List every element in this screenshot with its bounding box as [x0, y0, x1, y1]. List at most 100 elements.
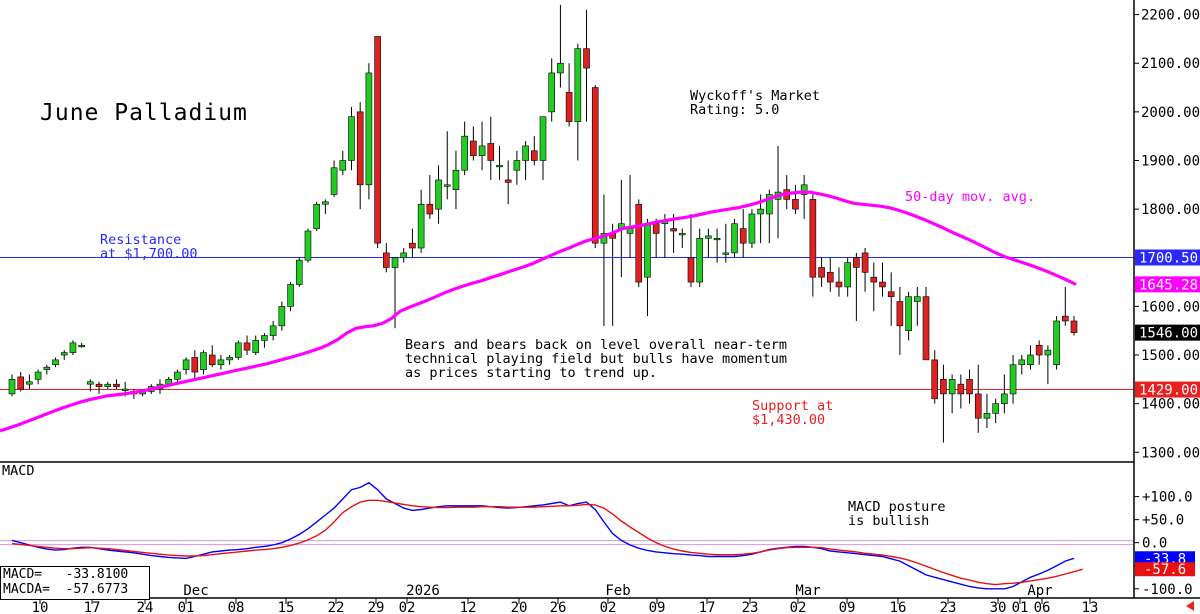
candle-body: [87, 381, 94, 385]
price-tag-label: 1700.50: [1139, 251, 1198, 267]
price-tick-label: 1900.00: [1141, 153, 1200, 169]
candle-body: [417, 203, 425, 249]
candle-body: [705, 235, 712, 239]
candle: [322, 199, 329, 214]
candle: [652, 218, 660, 258]
candle-body: [17, 376, 25, 390]
candle-body: [957, 383, 965, 395]
candle-body: [992, 403, 999, 414]
candle: [478, 121, 486, 171]
candle-body: [504, 179, 512, 183]
candle-body: [574, 48, 582, 122]
candle: [383, 243, 390, 273]
candle: [208, 345, 216, 368]
x-tick-label: 09: [839, 600, 856, 614]
candle-body: [522, 145, 529, 161]
candle-body: [470, 140, 477, 156]
candle-body: [487, 143, 495, 161]
candle: [966, 369, 973, 404]
candle-body: [261, 335, 268, 341]
axes: 1300.001400.001500.001600.001700.001800.…: [0, 0, 1200, 614]
price-tick-label: 1600.00: [1141, 299, 1200, 315]
candle-body: [896, 301, 904, 327]
candle-body: [792, 199, 799, 210]
candle: [853, 252, 860, 321]
scroll-left-icon: [1186, 601, 1194, 611]
price-tick-label: 2000.00: [1141, 105, 1200, 121]
price-tag-label: 1546.00: [1139, 326, 1198, 342]
candle-body: [208, 354, 216, 366]
candle: [1035, 340, 1043, 365]
candle-body: [687, 257, 695, 283]
candle: [931, 350, 939, 404]
candle-body: [548, 72, 556, 113]
candle-body: [974, 393, 982, 419]
candle-body: [339, 160, 347, 171]
candle: [896, 286, 904, 356]
candle-body: [731, 223, 738, 254]
candle-body: [443, 184, 451, 187]
candle: [574, 43, 582, 161]
candle: [26, 374, 33, 390]
x-tick-label: 23: [742, 600, 759, 614]
candle: [470, 126, 477, 161]
candle: [887, 272, 895, 326]
candle-body: [461, 135, 468, 171]
candle: [487, 116, 495, 180]
candle-body: [1061, 315, 1069, 322]
x-tick-label: 02: [790, 600, 807, 614]
candle-body: [1009, 364, 1017, 395]
x-tick-label: 15: [278, 600, 295, 614]
candle: [722, 223, 730, 263]
candle-body: [644, 223, 651, 278]
candle: [870, 262, 878, 312]
chart-title: June Palladium: [40, 100, 248, 126]
mavg-label: 50-day mov. avg.: [905, 189, 1036, 205]
candle-body: [879, 281, 886, 288]
candle-body: [870, 276, 878, 283]
macd-legend: MACD= -33.8100 MACDA= -57.6773: [0, 566, 150, 600]
macd-legend-line: MACD= -33.8100: [3, 567, 129, 582]
candle-body: [426, 203, 434, 215]
candle-body: [409, 242, 416, 249]
x-tick-label: 13: [1082, 600, 1099, 614]
candle: [1018, 355, 1026, 375]
candle-body: [78, 344, 85, 348]
candle-body: [69, 342, 77, 353]
candle: [182, 357, 190, 375]
candle-body: [226, 357, 233, 361]
candle: [374, 36, 381, 249]
month-label: Dec: [183, 583, 208, 599]
candle: [43, 364, 51, 375]
candle: [304, 228, 312, 263]
candle: [774, 145, 782, 239]
candle-body: [635, 203, 643, 283]
candle-body: [252, 340, 260, 353]
candle: [609, 223, 616, 326]
candle: [60, 350, 68, 360]
candle: [626, 175, 634, 258]
candle: [348, 106, 355, 171]
candle-body: [887, 291, 895, 297]
candle: [313, 201, 320, 231]
candle-body: [948, 379, 956, 395]
candle: [739, 209, 747, 258]
candle-body: [435, 179, 442, 210]
candle: [687, 213, 695, 287]
macd-tick-label: -100.0: [1142, 582, 1193, 598]
candle: [278, 301, 286, 331]
candle: [565, 63, 573, 127]
x-tick-label: 08: [228, 600, 245, 614]
x-tick-label: 16: [890, 600, 907, 614]
candle: [513, 150, 521, 185]
candle: [591, 85, 599, 249]
candle: [731, 218, 738, 258]
commentary-annotation: Bears and bears back on level overall ne…: [405, 337, 788, 381]
candle: [461, 121, 468, 176]
candle: [818, 257, 825, 287]
candle: [844, 257, 851, 297]
candle-body: [565, 92, 573, 122]
candle: [435, 165, 442, 224]
candle-body: [835, 281, 843, 288]
candle: [243, 335, 251, 356]
